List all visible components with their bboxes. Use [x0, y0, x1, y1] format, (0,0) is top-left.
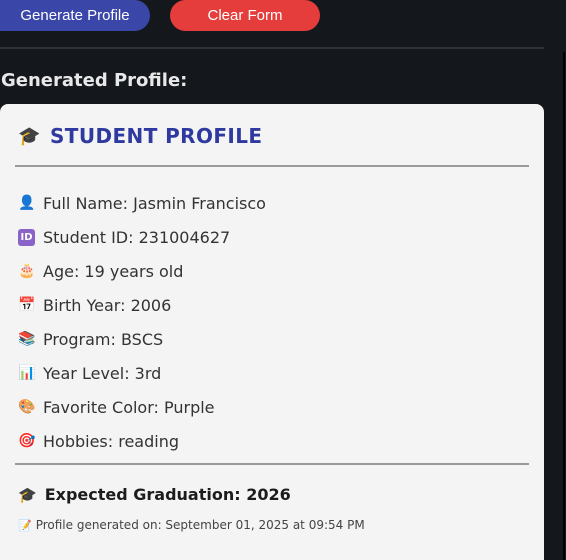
- field-text: Program: BSCS: [43, 329, 164, 349]
- clear-form-button[interactable]: Clear Form: [170, 0, 320, 31]
- target-icon: 🎯: [18, 432, 36, 449]
- graduation-cap-icon: 🎓: [18, 485, 37, 504]
- card-divider-top: [15, 165, 529, 167]
- person-icon: 👤: [18, 194, 36, 211]
- card-divider-bottom: [15, 463, 529, 465]
- field-student-id: ID Student ID: 231004627: [18, 220, 266, 254]
- field-year-level: 📊 Year Level: 3rd: [18, 356, 266, 390]
- expected-graduation-text: Expected Graduation: 2026: [44, 485, 291, 504]
- field-birth-year: 📅 Birth Year: 2006: [18, 288, 266, 322]
- field-text: Hobbies: reading: [43, 431, 180, 451]
- divider: [0, 47, 544, 49]
- calendar-icon: 📅: [18, 296, 36, 313]
- bar-chart-icon: 📊: [18, 364, 36, 381]
- card-title-text: STUDENT PROFILE: [50, 124, 263, 148]
- birthday-cake-icon: 🎂: [18, 262, 36, 279]
- field-text: Favorite Color: Purple: [43, 397, 215, 417]
- expected-graduation: 🎓 Expected Graduation: 2026: [18, 485, 291, 504]
- generated-profile-heading: Generated Profile:: [1, 70, 188, 91]
- generated-timestamp: 📝 Profile generated on: September 01, 20…: [18, 518, 365, 532]
- field-text: Birth Year: 2006: [43, 295, 172, 315]
- field-text: Full Name: Jasmin Francisco: [43, 193, 266, 213]
- field-text: Student ID: 231004627: [43, 227, 231, 247]
- student-profile-card: 🎓 STUDENT PROFILE 👤 Full Name: Jasmin Fr…: [0, 104, 544, 560]
- books-icon: 📚: [18, 330, 36, 347]
- field-text: Age: 19 years old: [43, 261, 184, 281]
- field-full-name: 👤 Full Name: Jasmin Francisco: [18, 186, 266, 220]
- generate-profile-button[interactable]: Generate Profile: [0, 0, 150, 31]
- generated-timestamp-text: Profile generated on: September 01, 2025…: [35, 518, 365, 532]
- field-favorite-color: 🎨 Favorite Color: Purple: [18, 390, 266, 424]
- palette-icon: 🎨: [18, 398, 36, 415]
- window-edge: [563, 52, 565, 560]
- memo-icon: 📝: [18, 518, 32, 532]
- id-icon: ID: [18, 228, 35, 246]
- field-age: 🎂 Age: 19 years old: [18, 254, 266, 288]
- field-text: Year Level: 3rd: [43, 363, 162, 383]
- field-program: 📚 Program: BSCS: [18, 322, 266, 356]
- card-title: 🎓 STUDENT PROFILE: [18, 124, 262, 148]
- field-hobbies: 🎯 Hobbies: reading: [18, 424, 266, 458]
- graduation-cap-icon: 🎓: [18, 125, 41, 146]
- profile-fields: 👤 Full Name: Jasmin Francisco ID Student…: [18, 186, 266, 458]
